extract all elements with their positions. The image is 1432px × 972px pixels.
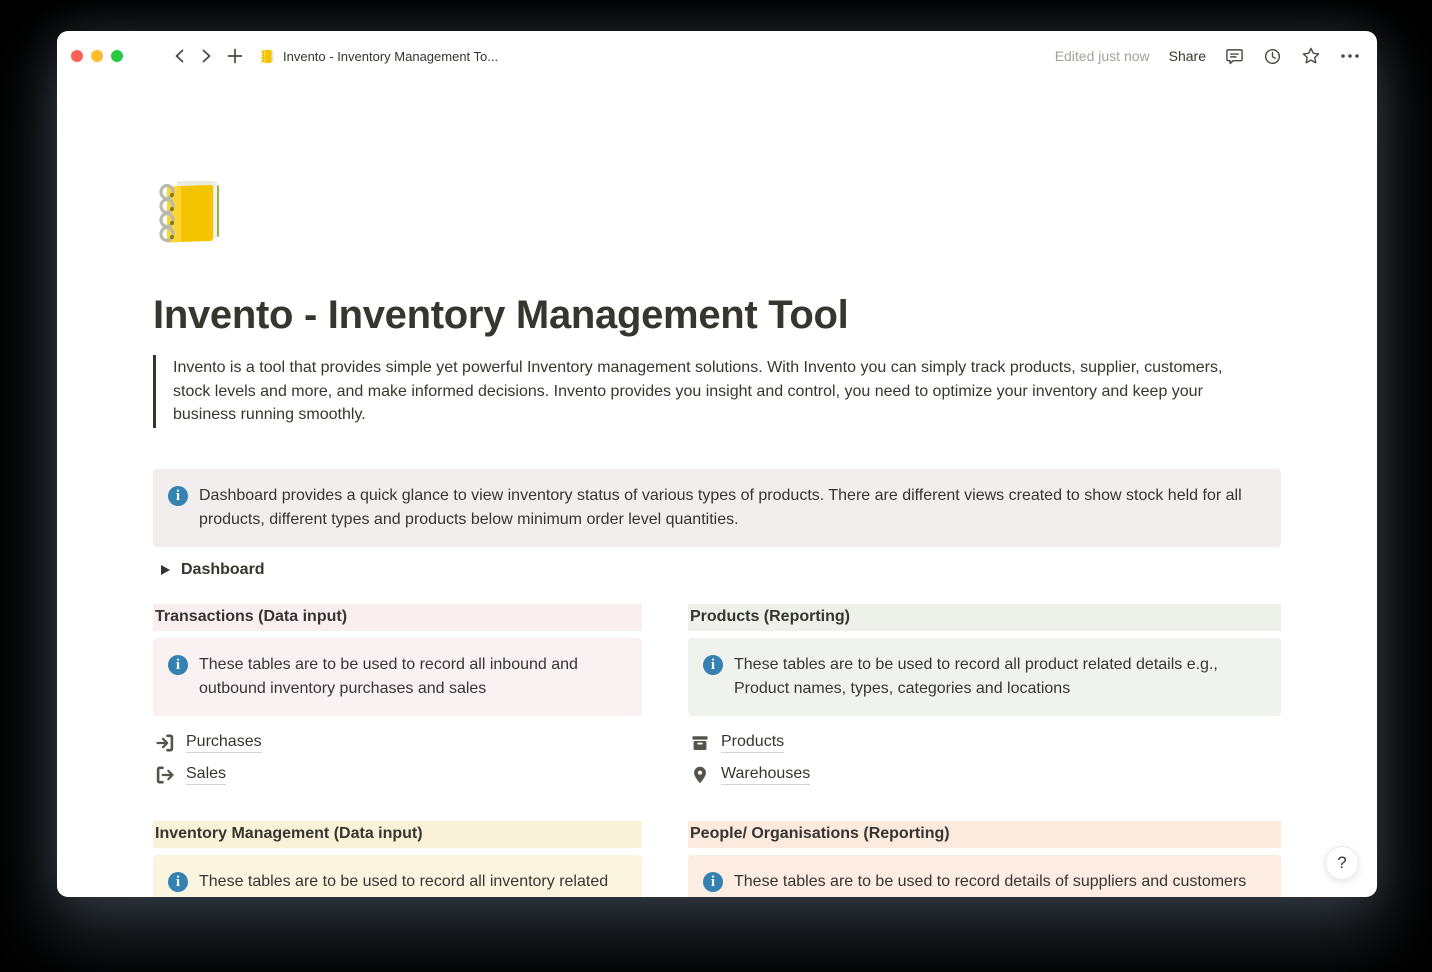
intro-quote: Invento is a tool that provides simple y… (153, 355, 1281, 428)
new-tab-plus-icon[interactable] (227, 48, 243, 64)
page-link-sales[interactable]: Sales (153, 759, 642, 791)
dashboard-toggle-label: Dashboard (181, 561, 265, 579)
favorite-star-icon[interactable] (1301, 46, 1321, 66)
transactions-callout-text: These tables are to be used to record al… (199, 653, 624, 701)
breadcrumb[interactable]: Invento - Inventory Management To... (259, 48, 498, 65)
exit-icon (155, 765, 175, 785)
location-pin-icon (690, 765, 710, 785)
section-title: People/ Organisations (Reporting) (690, 825, 950, 843)
purchases-link-label[interactable]: Purchases (186, 733, 262, 753)
notebook-icon (259, 48, 276, 65)
close-window-button[interactable] (71, 50, 83, 62)
page-link-purchases[interactable]: Purchases (153, 727, 642, 759)
page-content: Invento - Inventory Management Tool Inve… (153, 81, 1281, 897)
inventory-management-callout: i These tables are to be used to record … (153, 855, 642, 898)
zoom-window-button[interactable] (111, 50, 123, 62)
page-title: Invento - Inventory Management Tool (153, 293, 1281, 338)
comments-icon[interactable] (1225, 47, 1244, 66)
section-title: Inventory Management (Data input) (155, 825, 423, 843)
share-button[interactable]: Share (1169, 48, 1206, 64)
section-header-transactions: Transactions (Data input) (153, 604, 642, 631)
history-clock-icon[interactable] (1263, 47, 1282, 66)
section-header-inventory-management: Inventory Management (Data input) (153, 821, 642, 848)
inventory-management-callout-text: These tables are to be used to record al… (199, 870, 624, 898)
section-card-transactions: Transactions (Data input) i These tables… (153, 604, 642, 791)
archive-box-icon (690, 733, 710, 753)
enter-icon (155, 733, 175, 753)
dashboard-callout: i Dashboard provides a quick glance to v… (153, 469, 1281, 547)
back-icon[interactable] (173, 49, 186, 63)
page-link-products[interactable]: Products (688, 727, 1281, 759)
section-card-products: Products (Reporting) i These tables are … (688, 604, 1281, 791)
info-icon: i (703, 655, 723, 675)
section-title: Transactions (Data input) (155, 608, 347, 626)
sales-link-label[interactable]: Sales (186, 765, 226, 785)
edited-status: Edited just now (1055, 48, 1150, 64)
products-link-label[interactable]: Products (721, 733, 784, 753)
info-icon: i (168, 872, 188, 892)
info-icon: i (168, 486, 188, 506)
page-link-warehouses[interactable]: Warehouses (688, 759, 1281, 791)
titlebar: Invento - Inventory Management To... Edi… (57, 31, 1377, 81)
info-icon: i (168, 655, 188, 675)
help-button[interactable]: ? (1325, 846, 1359, 880)
document-title: Invento - Inventory Management To... (283, 49, 498, 64)
section-header-people-organisations: People/ Organisations (Reporting) (688, 821, 1281, 848)
app-window: Invento - Inventory Management To... Edi… (57, 31, 1377, 897)
section-card-inventory-management: Inventory Management (Data input) i Thes… (153, 821, 642, 898)
section-title: Products (Reporting) (690, 608, 850, 626)
warehouses-link-label[interactable]: Warehouses (721, 765, 810, 785)
toggle-triangle-icon[interactable] (161, 565, 170, 575)
forward-icon[interactable] (200, 49, 213, 63)
transactions-callout: i These tables are to be used to record … (153, 638, 642, 716)
info-icon: i (703, 872, 723, 892)
people-organisations-callout: i These tables are to be used to record … (688, 855, 1281, 898)
dashboard-callout-text: Dashboard provides a quick glance to vie… (199, 484, 1263, 532)
traffic-lights (71, 50, 123, 62)
section-header-products: Products (Reporting) (688, 604, 1281, 631)
sidebar-menu-icon[interactable] (139, 50, 157, 63)
minimize-window-button[interactable] (91, 50, 103, 62)
more-options-icon[interactable] (1340, 53, 1360, 59)
people-organisations-callout-text: These tables are to be used to record de… (734, 870, 1246, 894)
sections-grid: Transactions (Data input) i These tables… (153, 604, 1281, 898)
products-callout: i These tables are to be used to record … (688, 638, 1281, 716)
page-notebook-icon[interactable] (153, 175, 231, 249)
section-card-people-organisations: People/ Organisations (Reporting) i Thes… (688, 821, 1281, 898)
products-callout-text: These tables are to be used to record al… (734, 653, 1263, 701)
dashboard-toggle[interactable]: Dashboard (153, 558, 1281, 582)
